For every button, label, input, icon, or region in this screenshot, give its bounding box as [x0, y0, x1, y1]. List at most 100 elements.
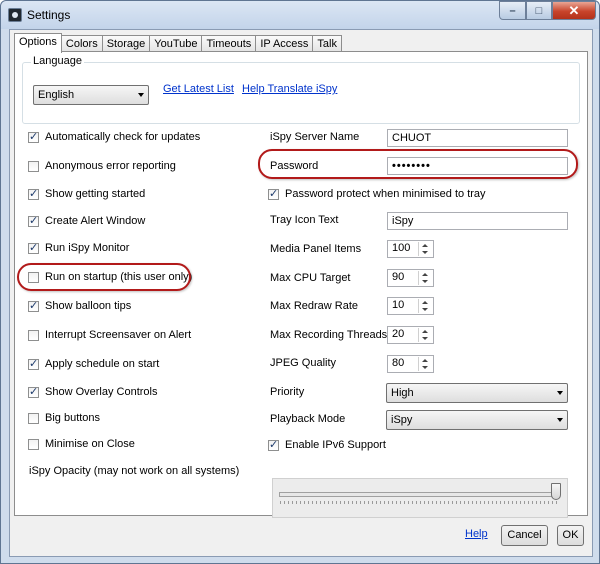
checkbox[interactable]: [28, 412, 39, 424]
tab-storage[interactable]: Storage: [101, 35, 151, 52]
media-panel-items-label: Media Panel Items: [270, 243, 362, 255]
spin-arrows-icon[interactable]: [418, 299, 432, 313]
help-translate-link[interactable]: Help Translate iSpy: [242, 83, 337, 95]
priority-label: Priority: [270, 386, 305, 398]
max-recording-threads-stepper[interactable]: 20: [387, 326, 434, 344]
checkbox[interactable]: [28, 357, 39, 370]
opacity-label: iSpy Opacity (may not work on all system…: [29, 465, 240, 477]
checkbox-label: Interrupt Screensaver on Alert: [45, 329, 192, 341]
check-show-overlay-controls[interactable]: Show Overlay Controls: [28, 385, 158, 399]
checkbox-label: Minimise on Close: [45, 438, 135, 450]
max-cpu-stepper[interactable]: 90: [387, 269, 434, 287]
check-minimise-on-close[interactable]: Minimise on Close: [28, 437, 135, 451]
tab-timeouts[interactable]: Timeouts: [201, 35, 257, 52]
spin-arrows-icon[interactable]: [418, 357, 432, 371]
dialog-client-area: Options Colors Storage YouTube Timeouts …: [9, 29, 593, 557]
max-redraw-stepper[interactable]: 10: [387, 297, 434, 315]
spin-arrows-icon[interactable]: [418, 242, 432, 256]
stepper-value: 90: [392, 271, 405, 283]
language-group: Language English Get Latest List Help Tr…: [22, 55, 580, 124]
server-name-label: iSpy Server Name: [270, 131, 360, 143]
tab-talk[interactable]: Talk: [312, 35, 342, 52]
ispy-app-icon: [8, 8, 22, 22]
slider-ticks: [280, 501, 560, 504]
check-interrupt-screensaver[interactable]: Interrupt Screensaver on Alert: [28, 328, 191, 342]
chevron-down-icon: [557, 391, 563, 395]
tab-youtube[interactable]: YouTube: [149, 35, 203, 52]
opacity-slider[interactable]: [272, 478, 568, 518]
stepper-value: 20: [392, 328, 405, 340]
checkbox-label: Big buttons: [45, 412, 101, 424]
check-create-alert-window[interactable]: Create Alert Window: [28, 214, 145, 228]
password-highlight-annotation: [258, 149, 578, 179]
max-recording-threads-label: Max Recording Threads: [270, 329, 388, 341]
checkbox-label: Anonymous error reporting: [45, 160, 176, 172]
check-show-balloon-tips[interactable]: Show balloon tips: [28, 299, 131, 313]
server-name-input[interactable]: CHUOT: [387, 129, 568, 147]
checkbox[interactable]: [28, 299, 39, 312]
jpeg-quality-stepper[interactable]: 80: [387, 355, 434, 373]
ok-button[interactable]: OK: [557, 525, 584, 546]
check-password-protect[interactable]: Password protect when minimised to tray: [268, 187, 486, 201]
checkbox[interactable]: [268, 187, 279, 200]
cancel-button[interactable]: Cancel: [501, 525, 548, 546]
check-show-getting-started[interactable]: Show getting started: [28, 187, 145, 201]
checkbox-label: Show getting started: [45, 188, 146, 200]
playback-mode-select-value: iSpy: [391, 414, 413, 426]
checkbox[interactable]: [28, 130, 39, 143]
title-bar[interactable]: Settings – □ ✕: [1, 1, 599, 29]
checkbox-label: Show balloon tips: [45, 300, 132, 312]
chevron-down-icon: [557, 418, 563, 422]
minimize-button[interactable]: –: [499, 1, 526, 20]
maximize-button[interactable]: □: [526, 1, 552, 20]
checkbox[interactable]: [28, 214, 39, 227]
stepper-value: 100: [392, 242, 411, 254]
settings-window: Settings – □ ✕ Options Colors Storage Yo…: [0, 0, 600, 564]
checkbox-label: Run iSpy Monitor: [45, 242, 130, 254]
stepper-value: 10: [392, 299, 405, 311]
tray-icon-text-input[interactable]: iSpy: [387, 212, 568, 230]
checkbox-label: Automatically check for updates: [45, 131, 201, 143]
slider-thumb[interactable]: [551, 483, 561, 500]
check-enable-ipv6[interactable]: Enable IPv6 Support: [268, 438, 386, 452]
max-redraw-label: Max Redraw Rate: [270, 300, 359, 312]
tab-colors[interactable]: Colors: [60, 35, 103, 52]
language-select[interactable]: English: [33, 85, 149, 105]
checkbox[interactable]: [268, 438, 279, 451]
check-run-ispy-monitor[interactable]: Run iSpy Monitor: [28, 241, 129, 255]
tray-icon-text-label: Tray Icon Text: [270, 214, 339, 226]
checkbox[interactable]: [28, 241, 39, 254]
get-latest-list-link[interactable]: Get Latest List: [163, 83, 234, 95]
check-anonymous-error-reporting[interactable]: Anonymous error reporting: [28, 159, 176, 173]
media-panel-items-stepper[interactable]: 100: [387, 240, 434, 258]
checkbox[interactable]: [28, 438, 39, 450]
checkbox-label: Apply schedule on start: [45, 358, 160, 370]
playback-mode-select[interactable]: iSpy: [386, 410, 568, 430]
check-big-buttons[interactable]: Big buttons: [28, 411, 100, 425]
checkbox-label: Password protect when minimised to tray: [285, 188, 486, 200]
run-on-startup-highlight-annotation: [17, 263, 191, 291]
priority-select[interactable]: High: [386, 383, 568, 403]
checkbox[interactable]: [28, 160, 39, 172]
slider-track: [279, 492, 559, 497]
language-select-value: English: [38, 89, 75, 101]
max-cpu-label: Max CPU Target: [270, 272, 351, 284]
jpeg-quality-label: JPEG Quality: [270, 357, 337, 369]
checkbox[interactable]: [28, 187, 39, 200]
tab-options[interactable]: Options: [14, 33, 62, 53]
language-group-label: Language: [31, 55, 84, 67]
checkbox[interactable]: [28, 385, 39, 398]
priority-select-value: High: [391, 387, 414, 399]
tab-ip-access[interactable]: IP Access: [255, 35, 314, 52]
check-auto-updates[interactable]: Automatically check for updates: [28, 130, 200, 144]
spin-arrows-icon[interactable]: [418, 271, 432, 285]
window-title: Settings: [27, 8, 71, 22]
help-link[interactable]: Help: [465, 528, 488, 540]
checkbox[interactable]: [28, 329, 39, 341]
close-button[interactable]: ✕: [552, 1, 596, 20]
spin-arrows-icon[interactable]: [418, 328, 432, 342]
checkbox-label: Show Overlay Controls: [45, 386, 158, 398]
check-apply-schedule[interactable]: Apply schedule on start: [28, 357, 159, 371]
checkbox-label: Enable IPv6 Support: [285, 439, 386, 451]
chevron-down-icon: [138, 93, 144, 97]
